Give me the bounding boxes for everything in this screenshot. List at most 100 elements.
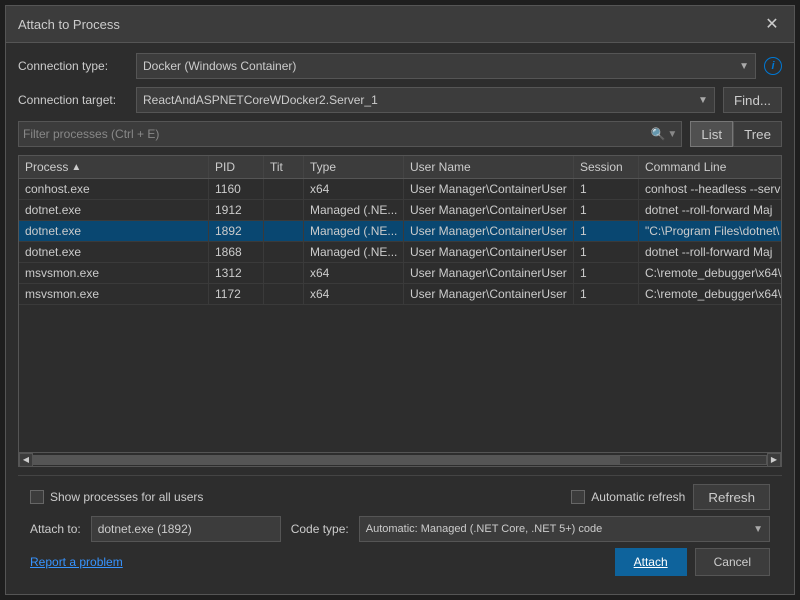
connection-type-row: Connection type: Docker (Windows Contain… [18, 53, 782, 79]
action-row: Report a problem Attach Cancel [30, 548, 770, 576]
table-row[interactable]: dotnet.exe 1868 Managed (.NE... User Man… [19, 242, 781, 263]
table-row[interactable]: msvsmon.exe 1312 x64 User Manager\Contai… [19, 263, 781, 284]
col-tit[interactable]: Tit [264, 156, 304, 178]
dialog-content: Connection type: Docker (Windows Contain… [6, 43, 794, 594]
cell-pid: 1312 [209, 263, 264, 283]
cell-process: dotnet.exe [19, 221, 209, 241]
cell-user: User Manager\ContainerUser [404, 179, 574, 199]
table-body: conhost.exe 1160 x64 User Manager\Contai… [19, 179, 781, 452]
col-session[interactable]: Session [574, 156, 639, 178]
attach-to-input[interactable] [91, 516, 281, 542]
cell-pid: 1868 [209, 242, 264, 262]
connection-target-label: Connection target: [18, 93, 128, 107]
col-username[interactable]: User Name [404, 156, 574, 178]
cell-session: 1 [574, 179, 639, 199]
connection-target-arrow-icon: ▼ [698, 95, 708, 106]
code-type-value: Automatic: Managed (.NET Core, .NET 5+) … [366, 523, 603, 535]
find-button[interactable]: Find... [723, 87, 782, 113]
cell-process: msvsmon.exe [19, 263, 209, 283]
show-all-checkbox[interactable] [30, 490, 44, 504]
attach-button[interactable]: Attach [615, 548, 687, 576]
search-icon: 🔍 [650, 127, 665, 141]
cell-tit [264, 179, 304, 199]
cancel-button[interactable]: Cancel [695, 548, 770, 576]
cell-pid: 1172 [209, 284, 264, 304]
cell-type: Managed (.NE... [304, 200, 404, 220]
cell-session: 1 [574, 284, 639, 304]
cell-user: User Manager\ContainerUser [404, 263, 574, 283]
sort-arrow-icon: ▲ [71, 162, 81, 173]
connection-target-dropdown[interactable]: ReactAndASPNETCoreWDocker2.Server_1 ▼ [136, 87, 715, 113]
code-type-dropdown[interactable]: Automatic: Managed (.NET Core, .NET 5+) … [359, 516, 770, 542]
cell-tit [264, 221, 304, 241]
show-all-label[interactable]: Show processes for all users [30, 490, 203, 504]
cell-type: Managed (.NE... [304, 242, 404, 262]
tree-view-button[interactable]: Tree [733, 121, 782, 147]
scrollbar-track[interactable] [33, 455, 767, 465]
attach-to-label: Attach to: [30, 522, 81, 536]
show-all-row: Show processes for all users Automatic r… [30, 484, 770, 510]
table-row[interactable]: dotnet.exe 1892 Managed (.NE... User Man… [19, 221, 781, 242]
cell-session: 1 [574, 200, 639, 220]
cell-tit [264, 263, 304, 283]
search-row: 🔍 ▼ List Tree [18, 121, 782, 147]
cell-cmd: dotnet --roll-forward Maj [639, 242, 781, 262]
cell-tit [264, 284, 304, 304]
filter-input[interactable] [23, 127, 650, 141]
auto-refresh-row: Automatic refresh Refresh [571, 484, 770, 510]
cell-tit [264, 242, 304, 262]
col-pid[interactable]: PID [209, 156, 264, 178]
cell-type: x64 [304, 284, 404, 304]
auto-refresh-checkbox[interactable] [571, 490, 585, 504]
dialog-title: Attach to Process [18, 17, 120, 32]
cell-pid: 1892 [209, 221, 264, 241]
table-row[interactable]: msvsmon.exe 1172 x64 User Manager\Contai… [19, 284, 781, 305]
table-row[interactable]: dotnet.exe 1912 Managed (.NE... User Man… [19, 200, 781, 221]
cell-tit [264, 200, 304, 220]
cell-session: 1 [574, 242, 639, 262]
table-header: Process ▲ PID Tit Type User Name Session… [19, 156, 781, 179]
cell-pid: 1912 [209, 200, 264, 220]
cell-type: Managed (.NE... [304, 221, 404, 241]
cell-user: User Manager\ContainerUser [404, 200, 574, 220]
scrollbar-thumb[interactable] [34, 456, 620, 464]
cell-type: x64 [304, 263, 404, 283]
col-type[interactable]: Type [304, 156, 404, 178]
attach-to-row: Attach to: Code type: Automatic: Managed… [30, 516, 770, 542]
connection-target-value: ReactAndASPNETCoreWDocker2.Server_1 [143, 93, 378, 107]
cell-user: User Manager\ContainerUser [404, 284, 574, 304]
scroll-right-icon[interactable]: ▶ [767, 453, 781, 467]
cell-type: x64 [304, 179, 404, 199]
cell-session: 1 [574, 221, 639, 241]
cell-process: msvsmon.exe [19, 284, 209, 304]
cell-cmd: conhost --headless --serv [639, 179, 781, 199]
horizontal-scrollbar[interactable]: ◀ ▶ [19, 452, 781, 466]
cell-session: 1 [574, 263, 639, 283]
col-cmdline[interactable]: Command Line [639, 156, 781, 178]
attach-to-process-dialog: Attach to Process ✕ Connection type: Doc… [5, 5, 795, 595]
cell-cmd: C:\remote_debugger\x64\ [639, 263, 781, 283]
cell-cmd: C:\remote_debugger\x64\ [639, 284, 781, 304]
cell-process: conhost.exe [19, 179, 209, 199]
refresh-button[interactable]: Refresh [693, 484, 770, 510]
table-row[interactable]: conhost.exe 1160 x64 User Manager\Contai… [19, 179, 781, 200]
report-problem-link[interactable]: Report a problem [30, 555, 123, 569]
connection-type-arrow-icon: ▼ [739, 61, 749, 72]
cell-process: dotnet.exe [19, 242, 209, 262]
bottom-bar: Show processes for all users Automatic r… [18, 475, 782, 584]
connection-target-row: Connection target: ReactAndASPNETCoreWDo… [18, 87, 782, 113]
cell-user: User Manager\ContainerUser [404, 242, 574, 262]
code-type-arrow-icon: ▼ [753, 524, 763, 535]
close-button[interactable]: ✕ [762, 14, 782, 34]
connection-type-value: Docker (Windows Container) [143, 59, 296, 73]
col-process[interactable]: Process ▲ [19, 156, 209, 178]
scroll-left-icon[interactable]: ◀ [19, 453, 33, 467]
list-view-button[interactable]: List [690, 121, 733, 147]
connection-type-dropdown[interactable]: Docker (Windows Container) ▼ [136, 53, 756, 79]
cell-process: dotnet.exe [19, 200, 209, 220]
auto-refresh-label[interactable]: Automatic refresh [571, 490, 685, 504]
filter-dropdown-arrow-icon: ▼ [667, 129, 677, 140]
process-table: Process ▲ PID Tit Type User Name Session… [18, 155, 782, 467]
info-icon[interactable]: i [764, 57, 782, 75]
filter-input-wrapper[interactable]: 🔍 ▼ [18, 121, 682, 147]
